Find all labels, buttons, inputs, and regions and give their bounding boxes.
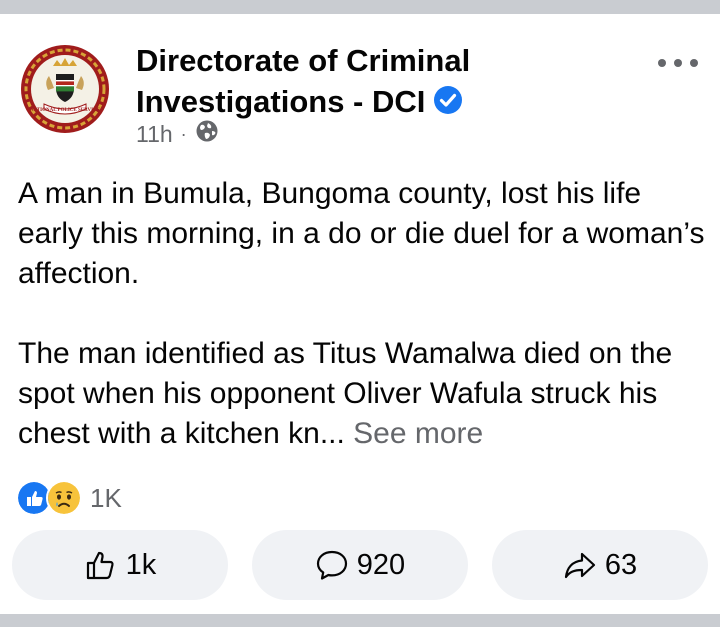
action-bar: 1k 920 63 [12,530,708,600]
reaction-count: 1K [90,482,122,513]
post-card: NATIONAL POLICE SERVICE Directorate of C… [0,14,720,614]
post-meta: 11h · [136,120,219,148]
more-horizontal-icon [658,59,666,67]
share-arrow-icon [564,552,595,579]
page-name-text[interactable]: Directorate of Criminal Investigations -… [136,43,470,119]
post-body: A man in Bumula, Bungoma county, lost hi… [18,174,708,454]
comment-icon [316,550,347,580]
like-button[interactable]: 1k [12,530,228,600]
meta-separator: · [180,123,187,144]
police-crest-logo: NATIONAL POLICE SERVICE [18,42,112,136]
globe-icon[interactable] [195,119,219,149]
post-paragraph-2: The man identified as Titus Wamalwa died… [18,334,708,454]
sad-reaction-icon [46,480,82,516]
thumbs-up-icon [86,551,114,580]
post-timestamp[interactable]: 11h [136,121,173,148]
comment-button[interactable]: 920 [252,530,468,600]
svg-text:NATIONAL POLICE SERVICE: NATIONAL POLICE SERVICE [30,108,101,113]
page-avatar[interactable]: NATIONAL POLICE SERVICE [18,42,112,136]
see-more-link[interactable]: See more [353,417,483,450]
post-paragraph-2-text: The man identified as Titus Wamalwa died… [18,337,673,450]
post-paragraph-1: A man in Bumula, Bungoma county, lost hi… [18,177,705,290]
reaction-summary[interactable]: 1K [16,480,122,516]
verified-badge-icon [433,84,463,125]
like-count: 1k [125,548,157,581]
comment-count: 920 [356,548,406,581]
page-name[interactable]: Directorate of Criminal Investigations -… [136,40,576,125]
share-count: 63 [604,548,638,581]
more-options-button[interactable] [658,56,698,70]
share-button[interactable]: 63 [492,530,708,600]
